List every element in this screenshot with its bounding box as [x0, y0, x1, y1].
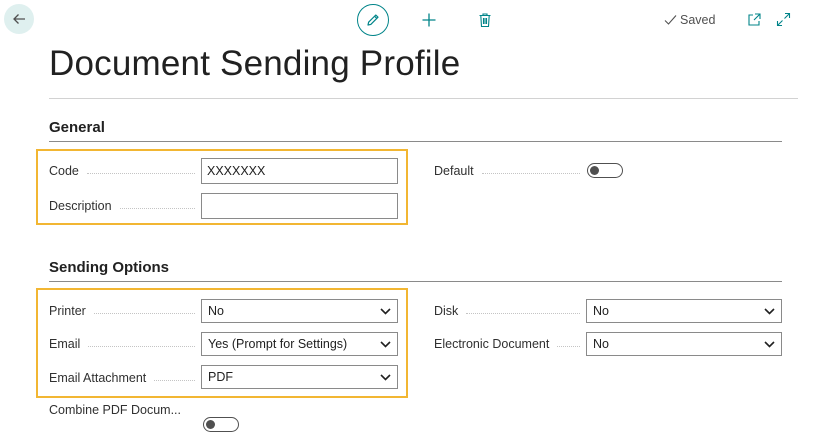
plus-icon: [422, 13, 436, 27]
default-toggle[interactable]: [587, 163, 623, 178]
electronic-document-label: Electronic Document: [434, 337, 550, 351]
leader-dots: [557, 345, 580, 347]
leader-dots: [93, 312, 195, 314]
printer-label-row: Printer: [49, 299, 201, 323]
default-label: Default: [434, 164, 474, 178]
code-label-row: Code: [49, 159, 201, 183]
general-section-divider: [49, 141, 782, 142]
chevron-down-icon: [764, 307, 775, 315]
leader-dots: [86, 172, 195, 174]
expand-button[interactable]: [775, 11, 791, 27]
combine-pdf-label: Combine PDF Docum...: [49, 403, 181, 417]
sending-options-section-divider: [49, 281, 782, 282]
email-label: Email: [49, 337, 81, 351]
leader-dots: [119, 207, 195, 209]
toggle-knob: [590, 165, 599, 175]
expand-icon: [776, 12, 790, 26]
disk-select[interactable]: No: [586, 299, 782, 323]
leader-dots: [154, 379, 195, 381]
code-input[interactable]: XXXXXXX: [201, 158, 398, 184]
edit-button[interactable]: [357, 4, 389, 36]
leader-dots: [88, 345, 195, 347]
email-label-row: Email: [49, 332, 201, 356]
new-button[interactable]: [420, 11, 438, 29]
disk-label-row: Disk: [434, 299, 586, 323]
back-arrow-icon: [13, 14, 25, 24]
open-in-new-window-icon: [747, 12, 761, 26]
default-label-row: Default: [434, 159, 586, 183]
printer-label: Printer: [49, 304, 86, 318]
saved-label: Saved: [680, 13, 716, 27]
combine-pdf-toggle[interactable]: [203, 417, 239, 432]
description-label-row: Description: [49, 194, 201, 218]
page-title: Document Sending Profile: [49, 44, 461, 83]
email-attachment-value: PDF: [208, 370, 233, 384]
electronic-document-select[interactable]: No: [586, 332, 782, 356]
general-section-title: General: [49, 119, 105, 136]
electronic-document-label-row: Electronic Document: [434, 332, 586, 356]
checkmark-icon: [664, 15, 677, 25]
combine-pdf-label-row: Combine PDF Docum...: [49, 398, 201, 422]
saved-status: Saved: [664, 13, 715, 27]
title-divider: [49, 98, 798, 99]
description-label: Description: [49, 199, 112, 213]
sending-options-section-title: Sending Options: [49, 259, 169, 276]
email-attachment-label: Email Attachment: [49, 371, 147, 385]
chevron-down-icon: [380, 307, 391, 315]
trash-icon: [479, 13, 491, 28]
back-button[interactable]: [4, 4, 34, 34]
leader-dots: [481, 172, 580, 174]
email-select[interactable]: Yes (Prompt for Settings): [201, 332, 398, 356]
email-value: Yes (Prompt for Settings): [208, 337, 348, 351]
pencil-icon: [367, 14, 379, 26]
printer-value: No: [208, 304, 224, 318]
disk-value: No: [593, 304, 609, 318]
chevron-down-icon: [380, 340, 391, 348]
open-in-new-window-button[interactable]: [746, 11, 762, 27]
chevron-down-icon: [380, 373, 391, 381]
chevron-down-icon: [764, 340, 775, 348]
delete-button[interactable]: [476, 11, 494, 29]
email-attachment-select[interactable]: PDF: [201, 365, 398, 389]
email-attachment-label-row: Email Attachment: [49, 366, 201, 390]
toggle-knob: [206, 419, 215, 429]
printer-select[interactable]: No: [201, 299, 398, 323]
code-label: Code: [49, 164, 79, 178]
description-input[interactable]: [201, 193, 398, 219]
electronic-document-value: No: [593, 337, 609, 351]
disk-label: Disk: [434, 304, 459, 318]
leader-dots: [466, 312, 580, 314]
